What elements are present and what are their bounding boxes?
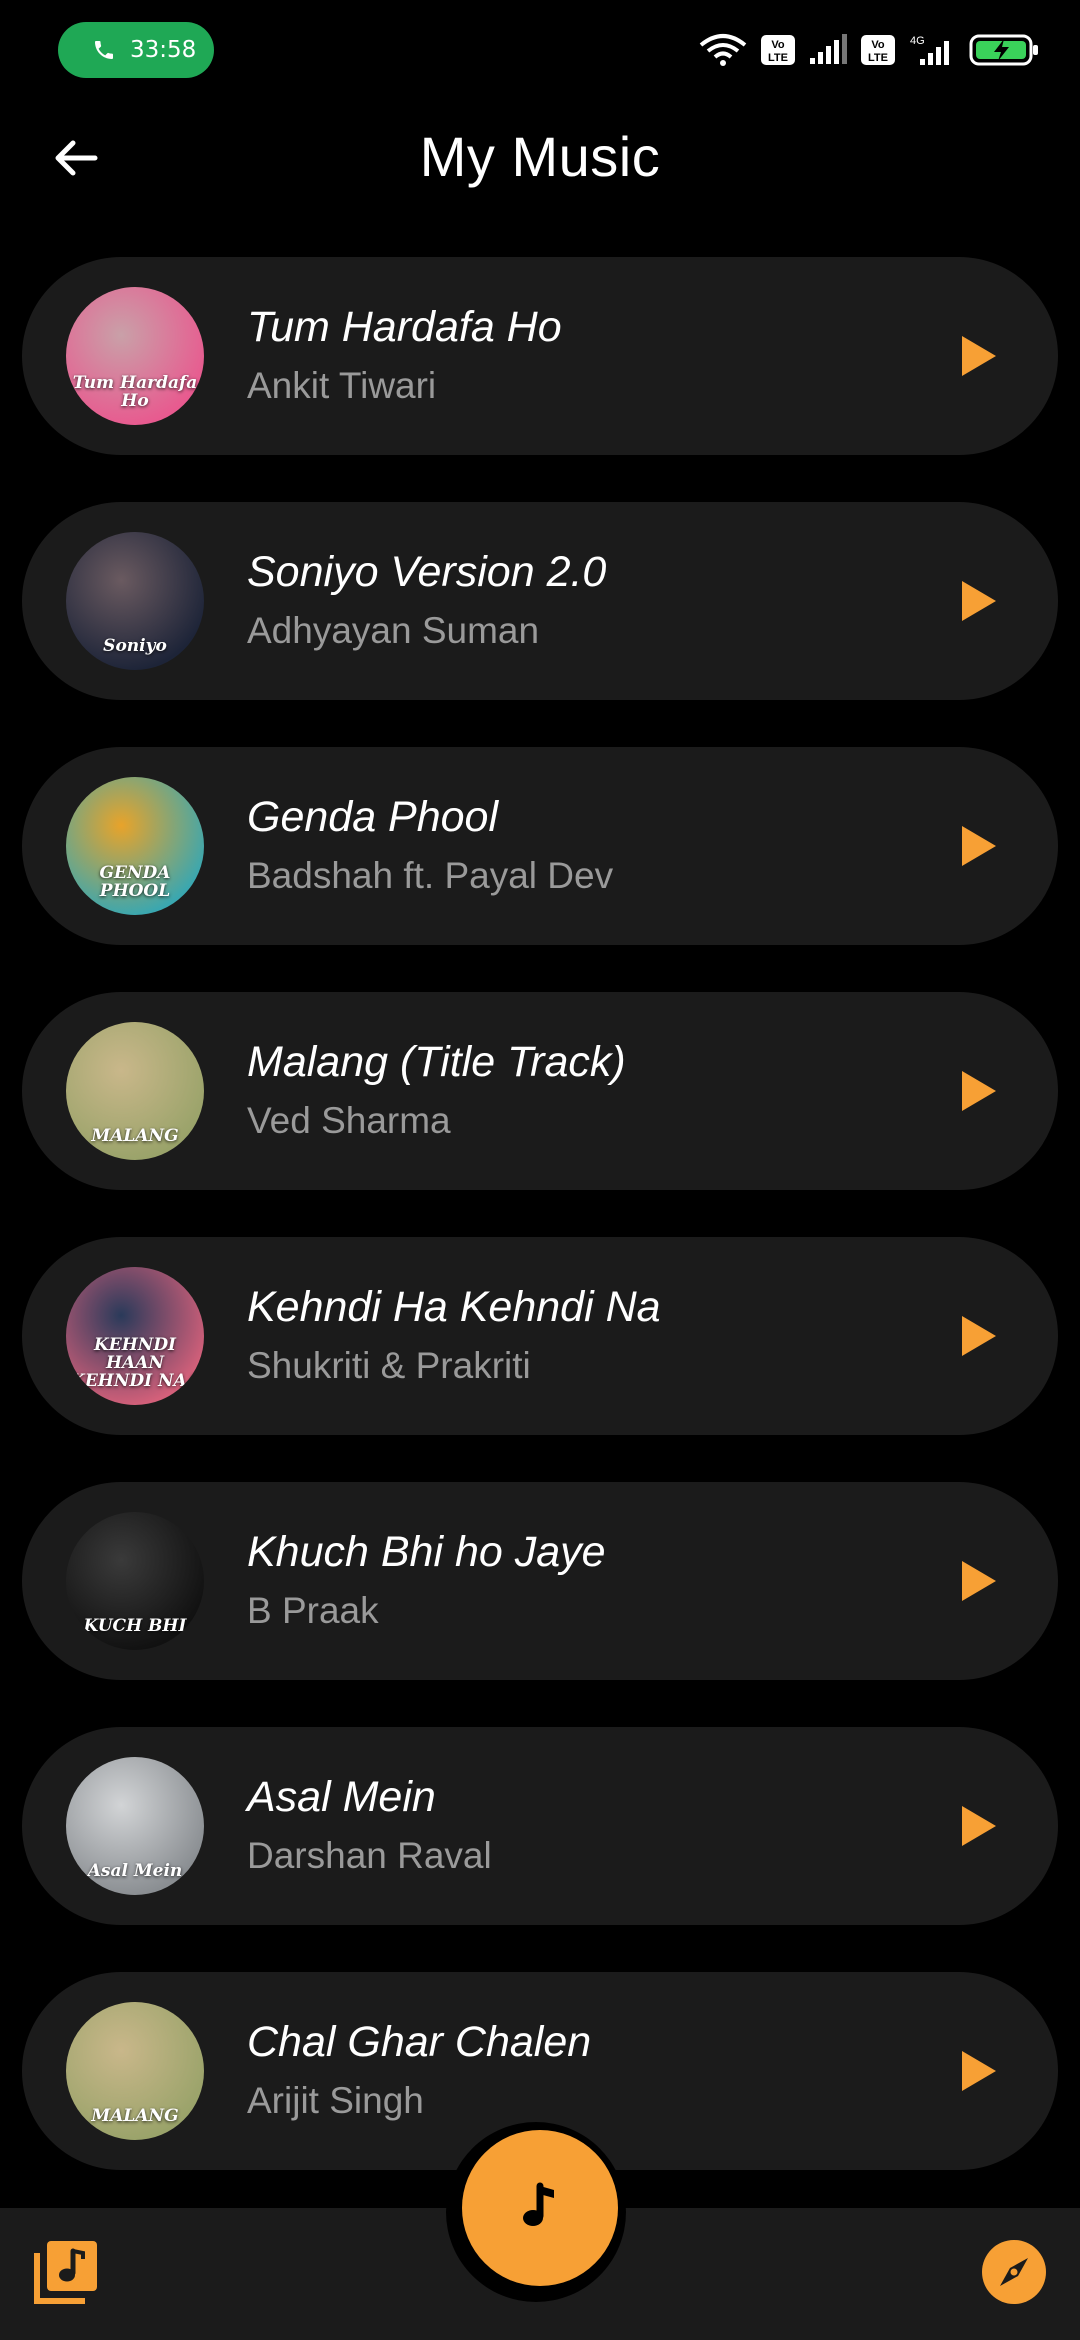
svg-text:Vo: Vo — [871, 39, 885, 51]
play-icon — [962, 336, 996, 376]
svg-text:4G: 4G — [910, 35, 925, 47]
play-button[interactable] — [948, 571, 1008, 631]
svg-text:Vo: Vo — [771, 39, 785, 51]
song-title: Kehndi Ha Kehndi Na — [247, 1283, 661, 1331]
song-artist: Ankit Tiwari — [247, 365, 437, 406]
song-artist: B Praak — [247, 1590, 379, 1631]
play-icon — [962, 1561, 996, 1601]
play-button[interactable] — [948, 1061, 1008, 1121]
album-art: MALANG — [66, 2002, 204, 2140]
play-icon — [962, 2051, 996, 2091]
album-art: Soniyo — [66, 532, 204, 670]
song-artist: Darshan Raval — [247, 1835, 492, 1876]
song-title: Khuch Bhi ho Jaye — [247, 1528, 606, 1576]
app-header: My Music — [0, 100, 1080, 220]
song-artist: Ved Sharma — [247, 1100, 451, 1141]
song-card[interactable]: Asal Mein Asal Mein Darshan Raval — [22, 1727, 1058, 1925]
song-title: Genda Phool — [247, 793, 499, 841]
album-art: KEHNDI HAAN KEHNDI NAA — [66, 1267, 204, 1405]
album-art-text: GENDA PHOOL — [99, 863, 171, 902]
song-card[interactable]: Soniyo Soniyo Version 2.0 Adhyayan Suman — [22, 502, 1058, 700]
album-art: GENDA PHOOL — [66, 777, 204, 915]
play-icon — [962, 1806, 996, 1846]
ongoing-call-pill[interactable]: 33:58 — [58, 22, 214, 78]
play-button[interactable] — [948, 1306, 1008, 1366]
my-music-screen: 33:58 Vo LTE Vo LTE 4G My Music Tum Hard… — [0, 0, 1080, 2340]
song-title: Asal Mein — [247, 1773, 436, 1821]
album-art-text: MALANG — [91, 2106, 179, 2127]
album-art: Tum Hardafa Ho — [66, 287, 204, 425]
wifi-icon — [699, 34, 747, 66]
song-card[interactable]: KUCH BHI Khuch Bhi ho Jaye B Praak — [22, 1482, 1058, 1680]
svg-text:LTE: LTE — [768, 52, 788, 64]
song-title: Malang (Title Track) — [247, 1038, 626, 1086]
now-playing-button[interactable] — [462, 2130, 618, 2286]
album-art-text: Tum Hardafa Ho — [72, 373, 198, 412]
signal-strength-icon — [810, 34, 847, 64]
play-button[interactable] — [948, 816, 1008, 876]
volte-icon: Vo LTE — [761, 35, 795, 65]
song-title: Tum Hardafa Ho — [247, 303, 562, 351]
volte-icon-2: Vo LTE — [861, 35, 895, 65]
song-card[interactable]: KEHNDI HAAN KEHNDI NAA Kehndi Ha Kehndi N… — [22, 1237, 1058, 1435]
music-library-icon — [34, 2241, 97, 2304]
play-button[interactable] — [948, 1796, 1008, 1856]
album-art: KUCH BHI — [66, 1512, 204, 1650]
call-timer: 33:58 — [130, 37, 197, 63]
album-art-text: KUCH BHI — [83, 1616, 187, 1637]
play-button[interactable] — [948, 1551, 1008, 1611]
album-art-text: Asal Mein — [87, 1861, 183, 1882]
phone-icon — [95, 41, 113, 59]
song-artist: Arijit Singh — [247, 2080, 424, 2121]
album-art-text: MALANG — [91, 1126, 179, 1147]
explore-button[interactable] — [978, 2236, 1050, 2308]
play-icon — [962, 1071, 996, 1111]
song-artist: Adhyayan Suman — [247, 610, 540, 651]
music-library-button[interactable] — [30, 2236, 102, 2308]
signal-4g-icon: 4G — [910, 35, 949, 65]
album-art-text: Soniyo — [103, 636, 167, 657]
play-button[interactable] — [948, 326, 1008, 386]
page-title: My Music — [419, 125, 661, 188]
play-icon — [962, 1316, 996, 1356]
battery-charging-icon — [969, 34, 1038, 66]
play-button[interactable] — [948, 2041, 1008, 2101]
play-icon — [962, 826, 996, 866]
song-card[interactable]: MALANG Malang (Title Track) Ved Sharma — [22, 992, 1058, 1190]
music-note-icon — [523, 2182, 554, 2226]
album-art-text: KEHNDI HAAN KEHNDI NAA — [70, 1335, 200, 1392]
album-art: Asal Mein — [66, 1757, 204, 1895]
song-artist: Badshah ft. Payal Dev — [247, 855, 614, 896]
compass-icon — [982, 2240, 1046, 2304]
status-icons: Vo LTE Vo LTE 4G — [698, 28, 1040, 72]
song-card[interactable]: Tum Hardafa Ho Tum Hardafa Ho Ankit Tiwari — [22, 257, 1058, 455]
song-list: Tum Hardafa Ho Tum Hardafa Ho Ankit Tiwari… — [22, 257, 1058, 2217]
song-title: Soniyo Version 2.0 — [247, 548, 607, 596]
song-title: Chal Ghar Chalen — [247, 2018, 592, 2066]
song-artist: Shukriti & Prakriti — [247, 1345, 531, 1386]
status-bar: 33:58 Vo LTE Vo LTE 4G — [0, 0, 1080, 100]
play-icon — [962, 581, 996, 621]
song-card[interactable]: GENDA PHOOL Genda Phool Badshah ft. Payal … — [22, 747, 1058, 945]
svg-text:LTE: LTE — [868, 52, 888, 64]
album-art: MALANG — [66, 1022, 204, 1160]
